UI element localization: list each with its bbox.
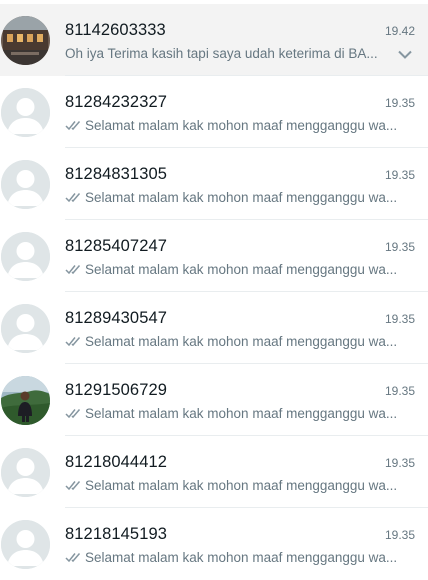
message-preview-text: Selamat malam kak mohon maaf mengganggu … bbox=[85, 406, 398, 421]
message-time: 19.35 bbox=[384, 456, 415, 470]
contact-name: 81291506729 bbox=[65, 381, 168, 399]
message-time: 19.35 bbox=[384, 96, 415, 110]
default-avatar-icon bbox=[1, 159, 50, 209]
default-avatar-icon bbox=[1, 231, 50, 281]
double-check-icon bbox=[65, 264, 82, 275]
message-time: 19.35 bbox=[384, 168, 415, 182]
contact-name: 81289430547 bbox=[65, 309, 168, 327]
message-time: 19.35 bbox=[384, 240, 415, 254]
chat-row[interactable]: 81218145193 19.35 Selamat malam kak moho… bbox=[0, 508, 428, 580]
chat-row[interactable]: 81284232327 19.35 Selamat malam kak moho… bbox=[0, 76, 428, 148]
message-time: 19.35 bbox=[384, 528, 415, 542]
chat-row[interactable]: 81218044412 19.35 Selamat malam kak moho… bbox=[0, 436, 428, 508]
message-preview: Selamat malam kak mohon maaf mengganggu … bbox=[65, 118, 407, 133]
double-check-icon bbox=[65, 336, 82, 347]
double-check-icon bbox=[65, 192, 82, 203]
double-check-icon bbox=[65, 120, 82, 131]
default-avatar-icon bbox=[1, 87, 50, 137]
default-avatar-icon bbox=[1, 519, 50, 569]
chat-row[interactable]: 81285407247 19.35 Selamat malam kak moho… bbox=[0, 220, 428, 292]
double-check-icon bbox=[65, 480, 82, 491]
message-preview: Selamat malam kak mohon maaf mengganggu … bbox=[65, 262, 407, 277]
message-preview-text: Selamat malam kak mohon maaf mengganggu … bbox=[85, 334, 398, 349]
default-avatar-icon bbox=[1, 303, 50, 353]
chat-list: 81142603333 19.42 Oh iya Terima kasih ta… bbox=[0, 0, 428, 569]
message-preview-text: Selamat malam kak mohon maaf mengganggu … bbox=[85, 550, 398, 565]
message-preview-text: Selamat malam kak mohon maaf mengganggu … bbox=[85, 118, 398, 133]
chat-row[interactable]: 81289430547 19.35 Selamat malam kak moho… bbox=[0, 292, 428, 364]
contact-name: 81218145193 bbox=[65, 525, 168, 543]
message-preview-text: Selamat malam kak mohon maaf mengganggu … bbox=[85, 190, 398, 205]
message-preview-text: Selamat malam kak mohon maaf mengganggu … bbox=[85, 478, 398, 493]
message-time: 19.42 bbox=[384, 24, 415, 38]
chevron-down-icon[interactable] bbox=[396, 46, 414, 62]
contact-name: 81218044412 bbox=[65, 453, 168, 471]
message-preview: Selamat malam kak mohon maaf mengganggu … bbox=[65, 478, 407, 493]
message-preview: Oh iya Terima kasih tapi saya udah keter… bbox=[65, 46, 386, 61]
message-preview-text: Oh iya Terima kasih tapi saya udah keter… bbox=[65, 46, 378, 61]
message-time: 19.35 bbox=[384, 312, 415, 326]
contact-name: 81284232327 bbox=[65, 93, 168, 111]
message-preview: Selamat malam kak mohon maaf mengganggu … bbox=[65, 334, 407, 349]
contact-name: 81142603333 bbox=[65, 21, 166, 39]
double-check-icon bbox=[65, 552, 82, 563]
contact-avatar-photo bbox=[1, 15, 50, 65]
message-preview: Selamat malam kak mohon maaf mengganggu … bbox=[65, 406, 407, 421]
message-preview: Selamat malam kak mohon maaf mengganggu … bbox=[65, 550, 407, 565]
contact-name: 81285407247 bbox=[65, 237, 168, 255]
default-avatar-icon bbox=[1, 447, 50, 497]
chat-row[interactable]: 81284831305 19.35 Selamat malam kak moho… bbox=[0, 148, 428, 220]
chat-row[interactable]: 81142603333 19.42 Oh iya Terima kasih ta… bbox=[0, 4, 428, 76]
message-preview-text: Selamat malam kak mohon maaf mengganggu … bbox=[85, 262, 398, 277]
double-check-icon bbox=[65, 408, 82, 419]
message-preview: Selamat malam kak mohon maaf mengganggu … bbox=[65, 190, 407, 205]
contact-avatar-photo bbox=[1, 375, 50, 425]
contact-name: 81284831305 bbox=[65, 165, 168, 183]
chat-row[interactable]: 81291506729 19.35 Selamat malam kak moho… bbox=[0, 364, 428, 436]
message-time: 19.35 bbox=[384, 384, 415, 398]
